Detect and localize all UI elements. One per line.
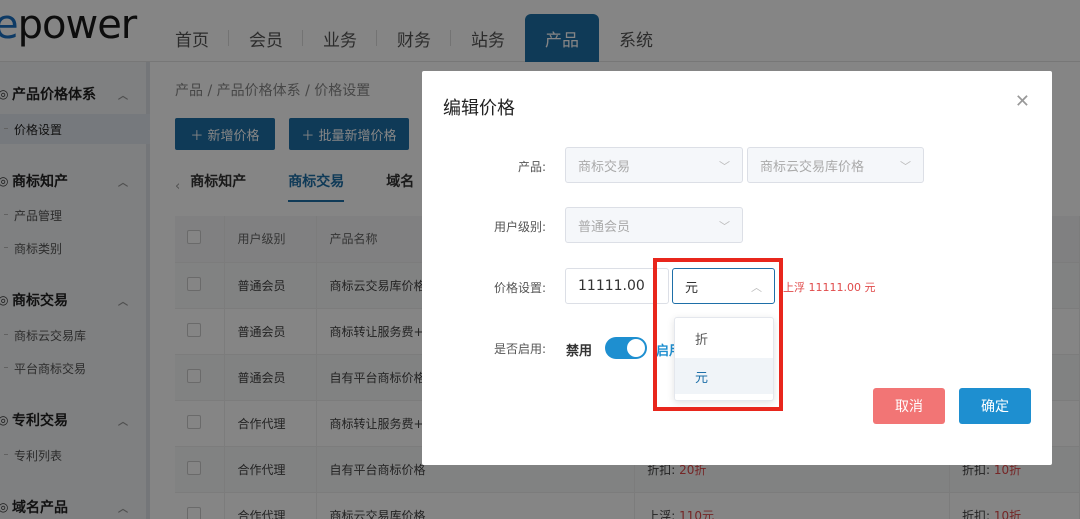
product-label: 产品: <box>517 160 546 174</box>
close-icon[interactable]: ✕ <box>1015 91 1030 112</box>
user-level-label: 用户级别: <box>493 220 546 234</box>
enable-label: 是否启用: <box>493 342 546 356</box>
price-hint: 上浮 11111.00 元 <box>783 281 876 294</box>
price-setting-label: 价格设置: <box>493 281 546 295</box>
chevron-down-icon: ﹀ <box>719 220 730 233</box>
highlight-box <box>653 258 783 411</box>
chevron-down-icon: ﹀ <box>719 160 730 173</box>
confirm-button[interactable]: 确定 <box>959 388 1031 424</box>
chevron-down-icon: ﹀ <box>900 160 911 173</box>
product-select[interactable]: 商标交易 ﹀ <box>565 147 743 183</box>
disable-text: 禁用 <box>566 344 593 359</box>
product-sub-select[interactable]: 商标云交易库价格 ﹀ <box>747 147 924 183</box>
user-level-select[interactable]: 普通会员 ﹀ <box>565 207 743 243</box>
cancel-button[interactable]: 取消 <box>873 388 945 424</box>
enable-switch[interactable] <box>605 337 647 359</box>
dialog-title: 编辑价格 <box>443 98 515 119</box>
